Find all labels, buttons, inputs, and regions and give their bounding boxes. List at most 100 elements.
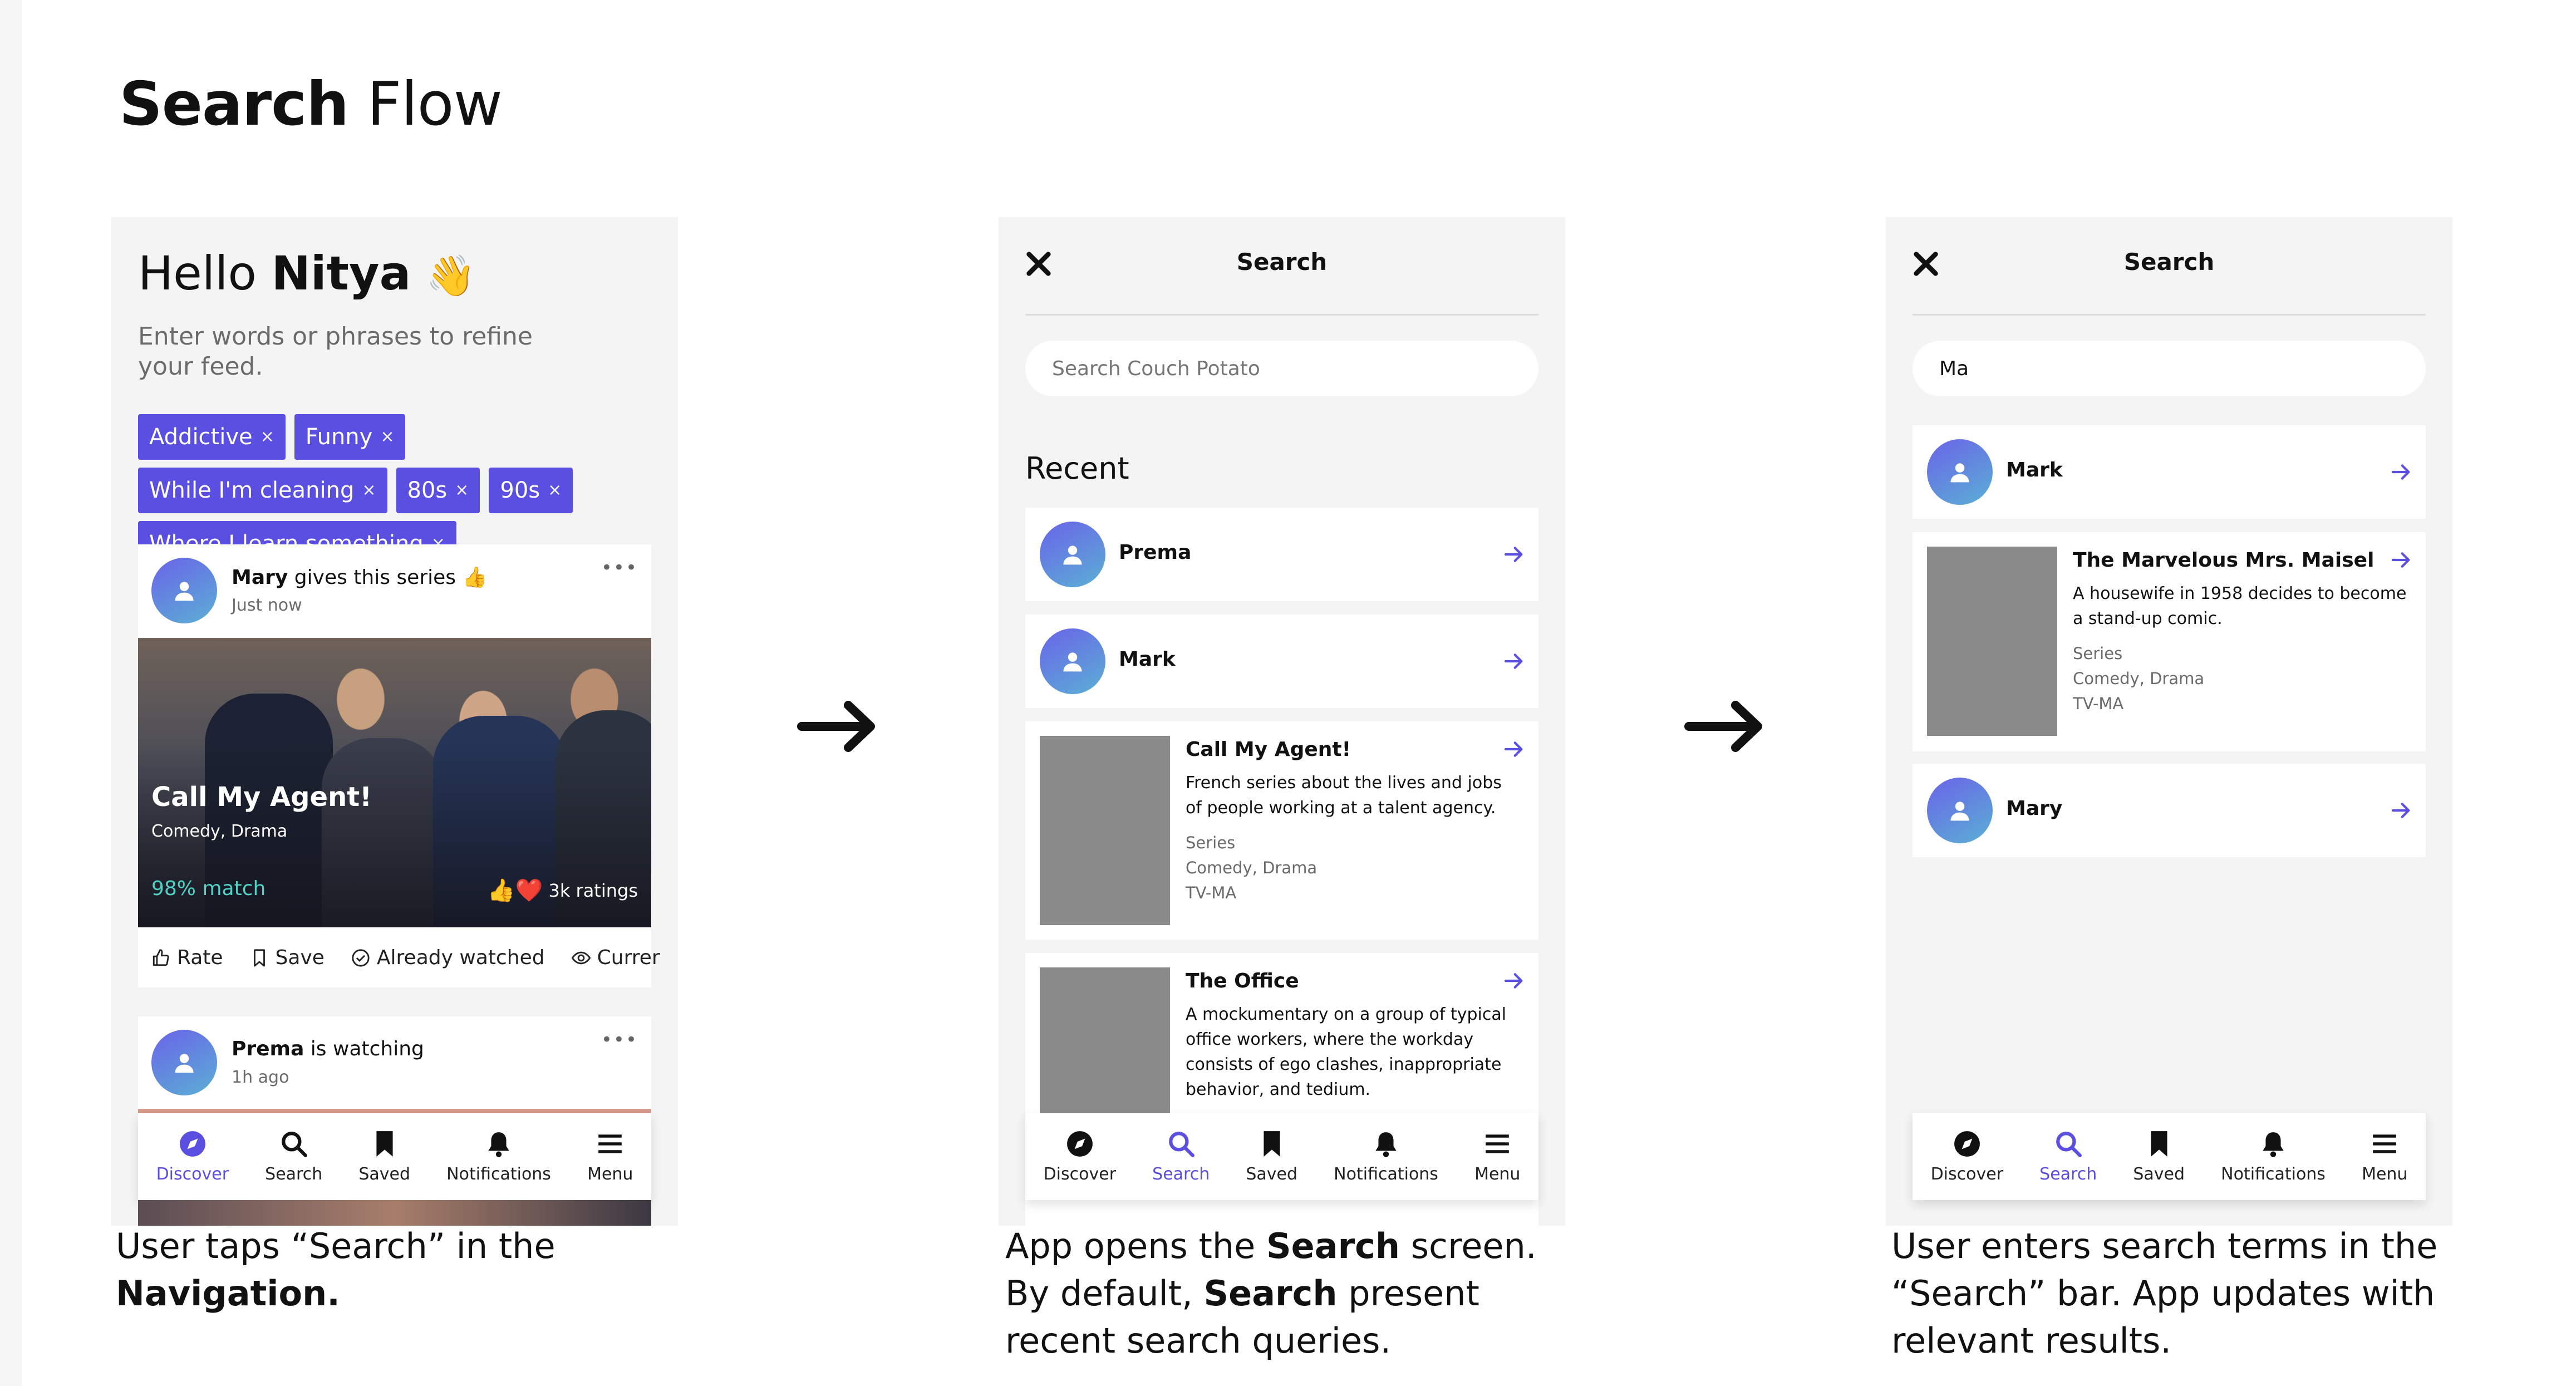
save-button[interactable]: Save (250, 946, 325, 969)
show-title: Call My Agent! (151, 782, 372, 813)
arrow-right-icon[interactable] (2390, 461, 2412, 483)
divider (1025, 314, 1538, 316)
compass-icon (179, 1131, 205, 1157)
search-icon (281, 1131, 307, 1157)
arrow-right-icon[interactable] (1503, 650, 1525, 672)
remove-tag-icon[interactable]: × (260, 414, 274, 460)
remove-tag-icon[interactable]: × (380, 414, 394, 460)
nav-menu[interactable]: Menu (587, 1130, 633, 1184)
person-name: Mark (2006, 459, 2063, 481)
show-thumbnail (1927, 547, 2057, 736)
person-name: Prema (1119, 541, 1192, 564)
currently-watching-button[interactable]: Currer (571, 946, 660, 969)
nav-search[interactable]: Search (1152, 1130, 1210, 1184)
match-score: 98% match (151, 877, 266, 900)
post-actions: Rate Save Already watched Currer (151, 946, 660, 969)
screen-search-empty: Search Recent Prema Mark Call My Agent! … (999, 217, 1565, 1226)
person-name: Mary (2006, 797, 2063, 820)
show-rating: TV-MA (1186, 883, 1237, 902)
nav-discover[interactable]: Discover (1044, 1130, 1116, 1184)
bookmark-icon (1264, 1131, 1280, 1157)
user-icon (175, 582, 194, 601)
bottom-navigation: Discover Search Saved Notifications Menu (1913, 1113, 2426, 1200)
tag-chip[interactable]: Funny × (294, 414, 406, 460)
rate-button[interactable]: Rate (151, 946, 223, 969)
arrow-right-icon[interactable] (2390, 799, 2412, 822)
show-genres: Comedy, Drama (151, 822, 288, 841)
arrow-right-icon[interactable] (1503, 738, 1525, 760)
show-type: Series (1186, 833, 1236, 852)
compass-icon (1954, 1131, 1980, 1157)
remove-tag-icon[interactable]: × (362, 468, 376, 513)
remove-tag-icon[interactable]: × (455, 468, 469, 513)
flow-arrow-icon (797, 701, 875, 752)
post-headline: Mary gives this series 👍 (232, 566, 488, 589)
show-rating: TV-MA (2073, 694, 2124, 713)
tag-chip[interactable]: Addictive × (138, 414, 286, 460)
nav-saved[interactable]: Saved (358, 1130, 410, 1184)
avatar (1927, 439, 1993, 505)
thumbs-up-emoji: 👍 (462, 566, 488, 589)
nav-saved[interactable]: Saved (2133, 1130, 2185, 1184)
nav-notifications[interactable]: Notifications (446, 1130, 551, 1184)
caption-step-1: User taps “Search” in the Navigation. (116, 1226, 555, 1314)
nav-menu[interactable]: Menu (1474, 1130, 1520, 1184)
show-description: A housewife in 1958 decides to become a … (2073, 584, 2407, 628)
arrow-right-icon[interactable] (1503, 970, 1525, 992)
arrow-right-icon[interactable] (1503, 543, 1525, 566)
show-description: A mockumentary on a group of typical off… (1186, 1005, 1507, 1099)
tag-chip[interactable]: 80s × (396, 468, 480, 513)
nav-discover[interactable]: Discover (156, 1130, 229, 1184)
show-title: Call My Agent! (1186, 738, 1351, 761)
search-result[interactable]: The Marvelous Mrs. Maisel A housewife in… (1913, 532, 2426, 751)
nav-menu[interactable]: Menu (2362, 1130, 2407, 1184)
bottom-navigation: Discover Search Saved Notifications Menu (1025, 1113, 1538, 1200)
search-result[interactable]: Mary (1913, 764, 2426, 857)
flow-arrow-icon (1684, 701, 1762, 752)
nav-search[interactable]: Search (265, 1130, 322, 1184)
search-input[interactable] (1913, 341, 2426, 396)
compass-icon (1066, 1131, 1093, 1157)
arrow-right-icon[interactable] (2390, 549, 2412, 571)
avatar (1040, 522, 1105, 587)
refine-prompt: Enter words or phrases to refine your fe… (138, 322, 533, 381)
user-icon (175, 1054, 194, 1073)
nav-saved[interactable]: Saved (1246, 1130, 1297, 1184)
divider (1913, 314, 2426, 316)
avatar[interactable] (151, 1030, 217, 1095)
show-genres: Comedy, Drama (2073, 669, 2205, 688)
nav-notifications[interactable]: Notifications (2221, 1130, 2326, 1184)
recent-item[interactable]: Call My Agent! French series about the l… (1025, 721, 1538, 940)
remove-tag-icon[interactable]: × (548, 468, 562, 513)
avatar (1040, 628, 1105, 694)
search-result[interactable]: Mark (1913, 425, 2426, 519)
nav-search[interactable]: Search (2039, 1130, 2097, 1184)
recent-item[interactable]: Prema (1025, 508, 1538, 601)
tag-chip[interactable]: 90s × (489, 468, 573, 513)
nav-notifications[interactable]: Notifications (1334, 1130, 1438, 1184)
user-icon (1063, 545, 1082, 565)
show-poster[interactable]: Call My Agent! Comedy, Drama 98% match 👍… (138, 638, 651, 927)
already-watched-button[interactable]: Already watched (351, 946, 545, 969)
tag-chip[interactable]: While I'm cleaning × (138, 468, 387, 513)
search-icon (1168, 1131, 1194, 1157)
avatar[interactable] (151, 558, 217, 623)
recent-item[interactable]: Mark (1025, 615, 1538, 708)
menu-icon (598, 1134, 622, 1153)
show-title: The Marvelous Mrs. Maisel (2073, 549, 2375, 572)
caption-step-2: App opens the Search screen. By default,… (1005, 1226, 1537, 1361)
show-thumbnail (1040, 736, 1170, 925)
user-icon (1063, 652, 1082, 672)
bookmark-icon (376, 1131, 393, 1157)
more-options-icon[interactable]: ••• (601, 557, 638, 579)
page-title: Search Flow (119, 70, 503, 139)
bookmark-icon (2151, 1131, 2167, 1157)
ratings-summary: 👍❤️ 3k ratings (487, 878, 638, 903)
bell-icon (2263, 1132, 2284, 1157)
nav-discover[interactable]: Discover (1931, 1130, 2003, 1184)
more-options-icon[interactable]: ••• (601, 1029, 638, 1051)
screen-search-results: Search Mark The Marvelous Mrs. Maisel A … (1886, 217, 2452, 1226)
show-genres: Comedy, Drama (1186, 858, 1318, 877)
user-name: Nitya (271, 246, 411, 301)
search-input[interactable] (1025, 341, 1538, 396)
